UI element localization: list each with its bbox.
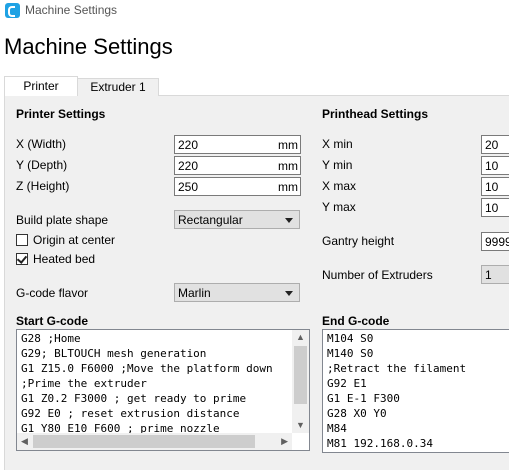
height-label: Z (Height) (16, 179, 70, 193)
y-min-field[interactable]: 10 (481, 156, 509, 175)
origin-at-center-checkbox[interactable] (16, 234, 28, 246)
build-plate-shape-dropdown[interactable]: Rectangular (174, 210, 300, 229)
build-plate-shape-value: Rectangular (178, 213, 243, 227)
scroll-up-arrow-icon[interactable]: ▲ (296, 332, 305, 342)
tab-extruder-1[interactable]: Extruder 1 (77, 78, 159, 96)
width-field[interactable]: 220 mm (174, 135, 301, 154)
page-title: Machine Settings (4, 34, 173, 59)
checkmark-icon (16, 253, 28, 264)
end-gcode-text: M104 S0 M140 S0 ;Retract the filament G9… (327, 332, 467, 450)
width-label: X (Width) (16, 137, 67, 151)
gantry-height-label: Gantry height (322, 234, 395, 248)
tab-printer[interactable]: Printer (4, 76, 78, 97)
x-min-label: X min (322, 137, 353, 151)
origin-at-center-label: Origin at center (33, 233, 116, 247)
scroll-right-arrow-icon[interactable]: ▶ (281, 436, 288, 447)
y-max-value: 10 (485, 201, 499, 215)
height-value: 250 (178, 180, 199, 194)
end-gcode-heading: End G-code (322, 314, 390, 328)
number-of-extruders-dropdown[interactable]: 1 (481, 265, 509, 284)
number-of-extruders-value: 1 (485, 268, 492, 282)
printer-settings-heading: Printer Settings (16, 107, 106, 121)
gcode-flavor-value: Marlin (178, 286, 211, 300)
window-title: Machine Settings (25, 3, 118, 17)
end-gcode-editor[interactable]: M104 S0 M140 S0 ;Retract the filament G9… (322, 329, 509, 453)
gantry-height-field[interactable]: 9999 (481, 232, 509, 251)
height-field[interactable]: 250 mm (174, 177, 301, 196)
heated-bed-label: Heated bed (33, 252, 96, 266)
start-gcode-heading: Start G-code (16, 314, 89, 328)
scroll-down-arrow-icon[interactable]: ▼ (296, 420, 305, 430)
width-unit: mm (278, 138, 298, 152)
depth-field[interactable]: 220 mm (174, 156, 301, 175)
start-gcode-text: G28 ;Home G29; BLTOUCH mesh generation G… (21, 332, 273, 435)
height-unit: mm (278, 180, 298, 194)
gcode-flavor-dropdown[interactable]: Marlin (174, 283, 300, 302)
depth-label: Y (Depth) (16, 158, 68, 172)
heated-bed-checkbox[interactable] (16, 253, 28, 265)
width-value: 220 (178, 138, 199, 152)
x-min-value: 20 (485, 138, 499, 152)
x-max-value: 10 (485, 180, 499, 194)
cura-app-icon (5, 3, 20, 18)
y-min-label: Y min (322, 158, 353, 172)
depth-value: 220 (178, 159, 199, 173)
build-plate-shape-label: Build plate shape (16, 213, 109, 227)
start-gcode-horizontal-scrollbar[interactable]: ◀ ▶ (17, 433, 292, 450)
y-min-value: 10 (485, 159, 499, 173)
x-max-label: X max (322, 179, 357, 193)
horizontal-scroll-thumb[interactable] (33, 435, 255, 448)
x-min-field[interactable]: 20 (481, 135, 509, 154)
number-of-extruders-label: Number of Extruders (322, 268, 433, 282)
start-gcode-vertical-scrollbar[interactable]: ▲ ▼ (292, 330, 309, 433)
start-gcode-editor[interactable]: G28 ;Home G29; BLTOUCH mesh generation G… (16, 329, 310, 451)
window-titlebar: Machine Settings (0, 0, 509, 22)
x-max-field[interactable]: 10 (481, 177, 509, 196)
chevron-down-icon (285, 291, 293, 296)
gcode-flavor-label: G-code flavor (16, 286, 89, 300)
scroll-left-arrow-icon[interactable]: ◀ (21, 436, 28, 447)
depth-unit: mm (278, 159, 298, 173)
vertical-scroll-thumb[interactable] (294, 346, 307, 404)
y-max-label: Y max (322, 200, 356, 214)
gantry-height-value: 9999 (485, 235, 509, 249)
printhead-settings-heading: Printhead Settings (322, 107, 429, 121)
chevron-down-icon (285, 218, 293, 223)
y-max-field[interactable]: 10 (481, 198, 509, 217)
